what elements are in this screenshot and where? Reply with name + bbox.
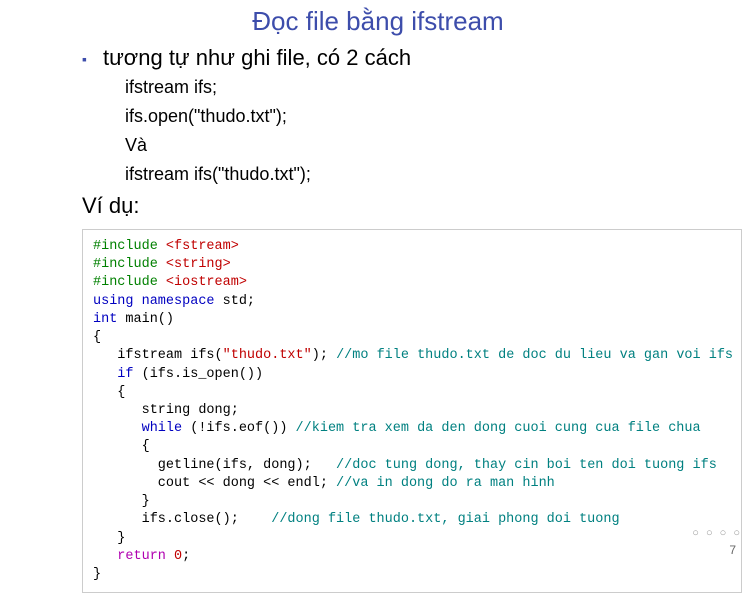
getline-call: getline(ifs, dong); xyxy=(93,458,336,473)
example-label: Ví dụ: xyxy=(0,193,756,219)
close-call: ifs.close(); xyxy=(93,512,271,527)
comment-1: //mo file thudo.txt de doc du lieu va ga… xyxy=(336,348,733,363)
close-brace: } xyxy=(93,567,101,582)
std-text: std; xyxy=(223,294,255,309)
open-brace: { xyxy=(93,330,101,345)
int-kw: int xyxy=(93,312,125,327)
page-number: 7 xyxy=(729,543,736,557)
while-kw: while xyxy=(93,421,190,436)
inline-code-4: ifstream ifs("thudo.txt"); xyxy=(0,164,756,185)
include-directive: #include xyxy=(93,239,166,254)
while-cond: (!ifs.eof()) xyxy=(190,421,295,436)
inline-code-1: ifstream ifs; xyxy=(0,77,756,98)
if-kw: if xyxy=(93,367,142,382)
bullet-text: tương tự như ghi file, có 2 cách xyxy=(103,45,411,71)
string-decl: string dong; xyxy=(93,403,239,418)
header-fstream: <fstream> xyxy=(166,239,239,254)
code-example: #include <fstream> #include <string> #in… xyxy=(82,229,742,593)
bullet-icon: ▪ xyxy=(82,51,87,67)
nav-dots-icon: ○ ○ ○ ○ xyxy=(692,527,742,539)
slide-title: Đọc file bằng ifstream xyxy=(0,0,756,45)
inline-code-2: ifs.open("thudo.txt"); xyxy=(0,106,756,127)
header-string: <string> xyxy=(166,257,231,272)
cout-call: cout << dong << endl; xyxy=(93,476,336,491)
include-directive: #include xyxy=(93,275,166,290)
close-brace-3: } xyxy=(93,494,150,509)
comment-4: //va in dong do ra man hinh xyxy=(336,476,555,491)
inline-code-3: Và xyxy=(0,135,756,156)
return-kw: return xyxy=(93,549,174,564)
ifs-decl: ifstream ifs( xyxy=(93,348,223,363)
close-brace-2: } xyxy=(93,531,125,546)
close-paren: ); xyxy=(312,348,336,363)
if-cond: (ifs.is_open()) xyxy=(142,367,264,382)
comment-2: //kiem tra xem da den dong cuoi cung cua… xyxy=(296,421,701,436)
using-kw: using namespace xyxy=(93,294,223,309)
header-iostream: <iostream> xyxy=(166,275,247,290)
bullet-item: ▪ tương tự như ghi file, có 2 cách xyxy=(0,45,756,71)
semicolon: ; xyxy=(182,549,190,564)
open-brace-3: { xyxy=(93,439,150,454)
filename-string: "thudo.txt" xyxy=(223,348,312,363)
include-directive: #include xyxy=(93,257,166,272)
open-brace-2: { xyxy=(93,385,125,400)
zero-literal: 0 xyxy=(174,549,182,564)
main-fn: main() xyxy=(125,312,174,327)
comment-3: //doc tung dong, thay cin boi ten doi tu… xyxy=(336,458,717,473)
comment-5: //dong file thudo.txt, giai phong doi tu… xyxy=(271,512,619,527)
